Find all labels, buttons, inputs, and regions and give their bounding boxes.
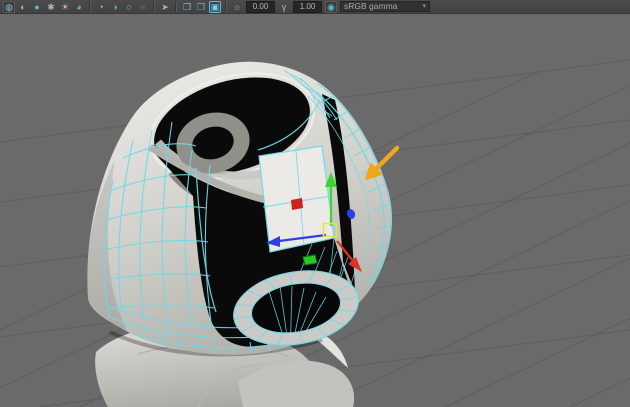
viewport-toolbar: ◍ ◐ ● ✱ ☀ ◕ ◔ ◑ ○ ■ ➤ ❐ ❒ ▣ ☼ 0.00 γ 1.00 ◉ sRGB gamma ▾ (0, 0, 630, 14)
viewport-3d[interactable] (0, 0, 630, 407)
maya-viewport-window: { "toolbar": { "items": [ {"type":"icon"… (0, 0, 630, 407)
lighting-icon[interactable]: ◐ (17, 1, 29, 13)
chevron-down-icon: ▾ (422, 3, 426, 10)
exposure-value[interactable]: 0.00 (246, 0, 275, 13)
toolbar-separator (225, 1, 227, 12)
gamma-icon[interactable]: γ (278, 1, 290, 13)
select-cursor-icon[interactable]: ➤ (159, 1, 171, 13)
wireframe-on-shaded-icon[interactable]: ○ (123, 1, 135, 13)
toolbar-separator (175, 1, 177, 12)
shaded-mode-icon[interactable]: ◔ (95, 1, 107, 13)
isolate-select-icon[interactable]: ❐ (181, 1, 193, 13)
material-override-icon[interactable]: ■ (137, 1, 149, 13)
toolbar-separator (153, 1, 155, 12)
view-transform-label: sRGB gamma (344, 1, 398, 11)
motion-blur-icon[interactable]: ☀ (59, 1, 71, 13)
textured-mode-icon[interactable]: ◑ (109, 1, 121, 13)
toolbar-separator (89, 1, 91, 12)
view-transform-icon[interactable]: ◉ (325, 0, 337, 13)
copy-view-icon[interactable]: ❒ (195, 1, 207, 13)
gamma-value[interactable]: 1.00 (293, 0, 322, 13)
renderer-globe-icon[interactable]: ◍ (3, 0, 15, 13)
view-transform-dropdown[interactable]: sRGB gamma ▾ (340, 1, 430, 12)
exposure-icon[interactable]: ☼ (231, 1, 243, 13)
face-marker-red (291, 198, 303, 210)
shadows-icon[interactable]: ● (31, 1, 43, 13)
ambient-occlusion-icon[interactable]: ✱ (45, 1, 57, 13)
pan-zoom-toggle-icon[interactable]: ▣ (209, 0, 221, 13)
face-marker-green (302, 254, 318, 266)
anti-aliasing-icon[interactable]: ◕ (73, 1, 85, 13)
